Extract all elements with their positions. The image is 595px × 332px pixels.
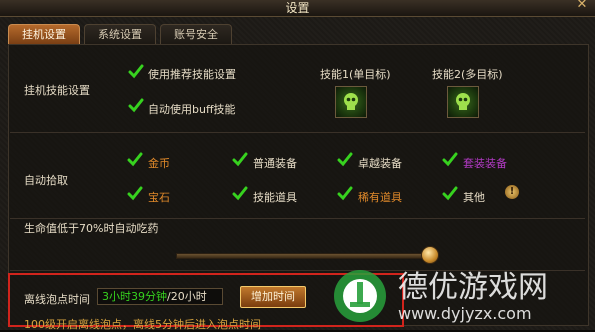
watermark-text: 德优游戏网 bbox=[398, 270, 548, 305]
watermark-url: www.dyjyzx.com bbox=[398, 304, 532, 323]
check-icon bbox=[337, 186, 353, 201]
pickup-gold-checkbox[interactable] bbox=[127, 152, 143, 168]
pickup-excellent-equip-label: 卓越装备 bbox=[358, 157, 402, 170]
divider bbox=[10, 218, 585, 219]
pickup-skill-item-checkbox[interactable] bbox=[232, 186, 248, 202]
check-icon bbox=[232, 186, 248, 201]
title-bar: 设置 ✕ bbox=[0, 0, 595, 17]
pickup-rare-item-checkbox[interactable] bbox=[337, 186, 353, 202]
offline-time-used: 3小时39分钟 bbox=[102, 290, 167, 303]
close-icon[interactable]: ✕ bbox=[575, 0, 589, 12]
tab-account-security[interactable]: 账号安全 bbox=[160, 24, 232, 44]
skills-section-label: 挂机技能设置 bbox=[24, 84, 90, 97]
check-icon bbox=[127, 152, 143, 167]
skill1-slot[interactable] bbox=[335, 86, 367, 118]
pickup-normal-equip-label: 普通装备 bbox=[253, 157, 297, 170]
offline-time-display: 3小时39分钟/20小时 bbox=[97, 288, 223, 305]
pickup-rare-item-label: 稀有道具 bbox=[358, 191, 402, 204]
pickup-excellent-equip-checkbox[interactable] bbox=[337, 152, 353, 168]
divider bbox=[10, 132, 585, 133]
check-icon bbox=[127, 186, 143, 201]
check-icon bbox=[128, 98, 144, 113]
pickup-gem-label: 宝石 bbox=[148, 191, 170, 204]
skill1-label: 技能1(单目标) bbox=[320, 68, 391, 81]
auto-buff-label: 自动使用buff技能 bbox=[148, 103, 236, 116]
pickup-set-equip-label: 套装装备 bbox=[463, 157, 507, 170]
skull-skill-icon bbox=[456, 93, 470, 110]
recommended-skills-label: 使用推荐技能设置 bbox=[148, 68, 236, 81]
check-icon bbox=[442, 152, 458, 167]
check-icon bbox=[337, 152, 353, 167]
pickup-other-checkbox[interactable] bbox=[442, 186, 458, 202]
tab-system-settings[interactable]: 系统设置 bbox=[84, 24, 156, 44]
settings-window: 设置 ✕ 挂机设置 系统设置 账号安全 挂机技能设置 使用推荐技能设置 自动使用… bbox=[0, 0, 595, 331]
pickup-gem-checkbox[interactable] bbox=[127, 186, 143, 202]
window-title: 设置 bbox=[285, 1, 310, 15]
pickup-section-label: 自动拾取 bbox=[24, 174, 68, 187]
info-icon[interactable]: ! bbox=[505, 185, 519, 199]
skill2-label: 技能2(多目标) bbox=[432, 68, 503, 81]
auto-buff-checkbox[interactable] bbox=[128, 98, 144, 114]
pickup-gold-label: 金币 bbox=[148, 157, 170, 170]
offline-time-total: 20小时 bbox=[170, 290, 207, 303]
pickup-other-label: 其他 bbox=[463, 191, 485, 204]
offline-time-label: 离线泡点时间 bbox=[24, 293, 90, 306]
check-icon bbox=[232, 152, 248, 167]
check-icon bbox=[442, 186, 458, 201]
potion-threshold-label: 生命值低于70%时自动吃药 bbox=[24, 222, 159, 235]
check-icon bbox=[128, 64, 144, 79]
add-time-button[interactable]: 增加时间 bbox=[240, 286, 306, 308]
pickup-skill-item-label: 技能道具 bbox=[253, 191, 297, 204]
pickup-set-equip-checkbox[interactable] bbox=[442, 152, 458, 168]
skill2-slot[interactable] bbox=[447, 86, 479, 118]
tab-afk-settings[interactable]: 挂机设置 bbox=[8, 24, 80, 44]
pickup-normal-equip-checkbox[interactable] bbox=[232, 152, 248, 168]
skull-skill-icon bbox=[344, 93, 358, 110]
recommended-skills-checkbox[interactable] bbox=[128, 64, 144, 80]
